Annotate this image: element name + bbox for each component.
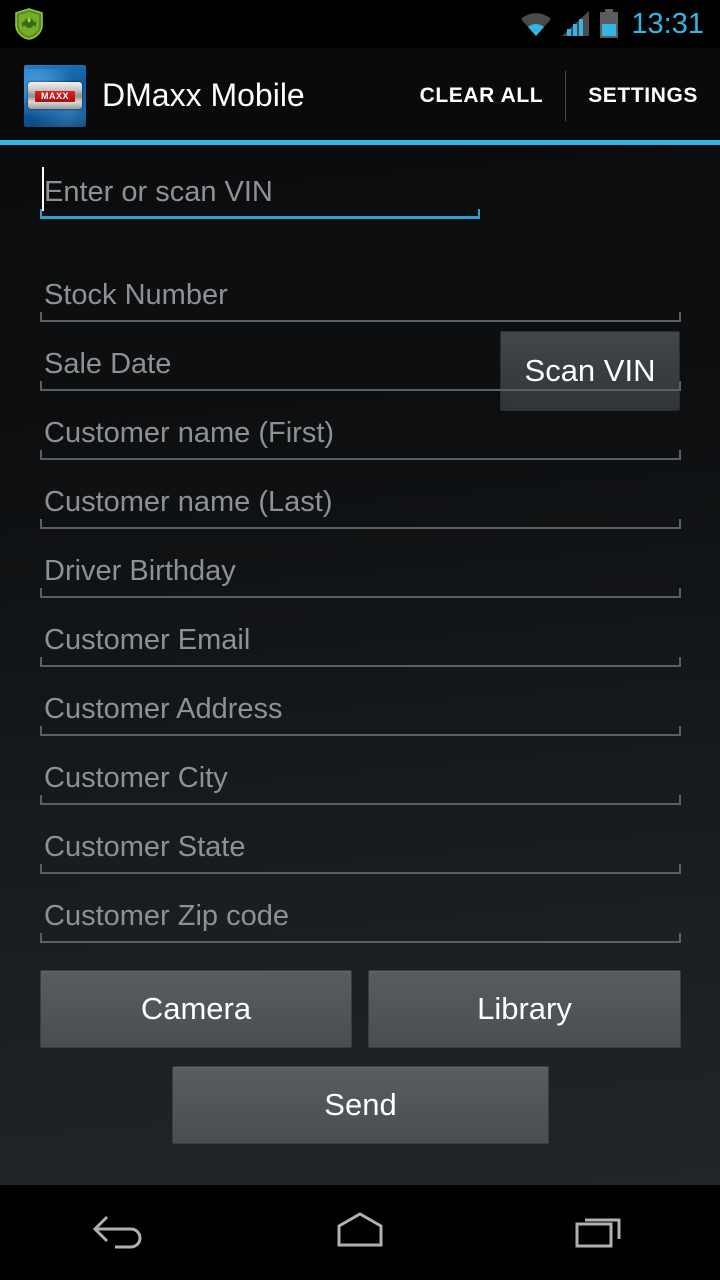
phone-screen: 13:31 MAXX DMaxx Mobile CLEAR ALL SETTIN… <box>0 0 720 1280</box>
form-content: Enter or scan VIN Scan VIN Stock Number … <box>0 145 720 1185</box>
driver-birthday-underline <box>40 588 681 598</box>
customer-address-underline <box>40 726 681 736</box>
customer-email-placeholder: Customer Email <box>44 624 251 656</box>
customer-first-name-placeholder: Customer name (First) <box>44 417 335 449</box>
status-bar-notifications <box>0 8 519 40</box>
android-navigation-bar <box>0 1185 720 1280</box>
settings-button[interactable]: SETTINGS <box>566 48 720 143</box>
customer-city-input[interactable]: Customer City <box>40 749 681 805</box>
vin-input-placeholder: Enter or scan VIN <box>44 176 273 208</box>
action-bar: MAXX DMaxx Mobile CLEAR ALL SETTINGS <box>0 48 720 143</box>
wifi-icon <box>519 10 553 38</box>
customer-zip-underline <box>40 933 681 943</box>
customer-city-underline <box>40 795 681 805</box>
sale-date-underline <box>40 381 681 391</box>
recent-apps-icon <box>569 1209 631 1256</box>
vin-input-underline <box>40 209 480 219</box>
stock-number-placeholder: Stock Number <box>44 279 228 311</box>
customer-address-placeholder: Customer Address <box>44 693 283 725</box>
home-icon <box>329 1209 391 1256</box>
back-button[interactable] <box>40 1185 200 1280</box>
customer-last-name-underline <box>40 519 681 529</box>
customer-zip-placeholder: Customer Zip code <box>44 900 289 932</box>
customer-email-input[interactable]: Customer Email <box>40 611 681 667</box>
battery-icon <box>599 9 619 39</box>
driver-birthday-input[interactable]: Driver Birthday <box>40 542 681 598</box>
customer-last-name-input[interactable]: Customer name (Last) <box>40 473 681 529</box>
customer-first-name-underline <box>40 450 681 460</box>
stock-number-underline <box>40 312 681 322</box>
sale-date-placeholder: Sale Date <box>44 348 172 380</box>
status-bar-system-icons: 13:31 <box>519 9 720 39</box>
app-logo-text: MAXX <box>40 90 69 101</box>
clear-all-button[interactable]: CLEAR ALL <box>398 48 566 143</box>
page-title: DMaxx Mobile <box>102 77 305 113</box>
customer-email-underline <box>40 657 681 667</box>
status-bar-clock: 13:31 <box>631 8 704 40</box>
customer-last-name-placeholder: Customer name (Last) <box>44 486 333 518</box>
vin-input[interactable]: Enter or scan VIN <box>40 163 480 219</box>
stock-number-input[interactable]: Stock Number <box>40 266 681 322</box>
send-button[interactable]: Send <box>172 1066 549 1144</box>
customer-state-input[interactable]: Customer State <box>40 818 681 874</box>
customer-state-placeholder: Customer State <box>44 831 246 863</box>
customer-zip-input[interactable]: Customer Zip code <box>40 887 681 943</box>
library-button[interactable]: Library <box>368 970 681 1048</box>
status-bar: 13:31 <box>0 0 720 48</box>
customer-city-placeholder: Customer City <box>44 762 228 794</box>
shield-icon <box>14 8 44 40</box>
back-arrow-icon <box>89 1209 151 1256</box>
app-logo-icon: MAXX <box>24 64 86 127</box>
signal-bars-icon <box>561 10 591 38</box>
customer-address-input[interactable]: Customer Address <box>40 680 681 736</box>
driver-birthday-placeholder: Driver Birthday <box>44 555 236 587</box>
customer-state-underline <box>40 864 681 874</box>
camera-button[interactable]: Camera <box>40 970 352 1048</box>
recent-apps-button[interactable] <box>520 1185 680 1280</box>
customer-first-name-input[interactable]: Customer name (First) <box>40 404 681 460</box>
home-button[interactable] <box>280 1185 440 1280</box>
sale-date-input[interactable]: Sale Date <box>40 335 681 391</box>
